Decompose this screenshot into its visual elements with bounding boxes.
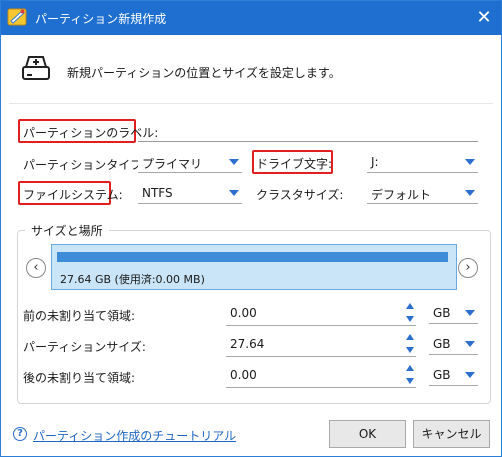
chevron-right-icon: ›: [465, 260, 471, 275]
partition-usage-bar[interactable]: [57, 252, 448, 262]
chevron-down-icon: [465, 341, 475, 347]
decrement-icon[interactable]: [406, 316, 414, 322]
unit-value: GB: [433, 368, 451, 382]
unallocated-after-unit-select[interactable]: GB: [429, 364, 478, 386]
chevron-down-icon: [465, 310, 475, 316]
ok-button[interactable]: OK: [329, 420, 406, 448]
unit-value: GB: [433, 337, 451, 351]
chevron-down-icon: [465, 190, 475, 196]
chevron-down-icon: [229, 159, 239, 165]
partition-size-stepper[interactable]: 27.64: [226, 331, 416, 357]
window-title: パーティション新規作成: [35, 12, 167, 26]
partition-map[interactable]: 27.64 GB (使用済:0.00 MB): [51, 244, 457, 290]
partition-size-text: 27.64 GB (使用済:0.00 MB): [60, 273, 205, 286]
partition-type-select[interactable]: プライマリ: [138, 151, 242, 173]
file-system-value: NTFS: [142, 186, 173, 200]
unallocated-before-label: 前の未割り当て領域:: [23, 309, 136, 323]
unallocated-after-label: 後の未割り当て領域:: [23, 371, 136, 385]
cluster-size-label: クラスタサイズ:: [256, 188, 344, 202]
decrement-icon[interactable]: [406, 378, 414, 384]
chevron-down-icon: [465, 159, 475, 165]
drive-letter-label: ドライブ文字:: [256, 157, 333, 171]
chevron-down-icon: [229, 190, 239, 196]
increment-icon[interactable]: [406, 303, 414, 309]
unallocated-before-value: 0.00: [230, 306, 257, 320]
partition-size-unit-select[interactable]: GB: [429, 333, 478, 355]
header-divider: [9, 103, 493, 104]
unallocated-after-value: 0.00: [230, 368, 257, 382]
drive-letter-select[interactable]: J:: [367, 151, 478, 173]
unallocated-after-stepper[interactable]: 0.00: [226, 362, 416, 388]
header-description: 新規パーティションの位置とサイズを設定します。: [67, 66, 341, 80]
partition-type-label: パーティションタイプ:: [23, 158, 147, 172]
increment-icon[interactable]: [406, 365, 414, 371]
close-button[interactable]: ✕: [467, 1, 501, 35]
decrement-icon[interactable]: [406, 347, 414, 353]
size-location-title: サイズと場所: [25, 222, 109, 239]
file-system-label: ファイルシステム:: [23, 188, 123, 202]
scroll-left-button[interactable]: ‹: [26, 258, 46, 278]
cluster-size-value: デフォルト: [371, 188, 432, 202]
partition-label-input[interactable]: [138, 121, 478, 142]
disk-add-icon: [22, 56, 50, 80]
app-logo-icon: [7, 8, 27, 26]
tutorial-link[interactable]: パーティション作成のチュートリアル: [33, 427, 236, 444]
help-icon[interactable]: ?: [13, 427, 27, 441]
partition-type-value: プライマリ: [142, 157, 203, 171]
file-system-select[interactable]: NTFS: [138, 182, 242, 204]
scroll-right-button[interactable]: ›: [458, 258, 478, 278]
cluster-size-select[interactable]: デフォルト: [367, 182, 478, 204]
partition-size-value: 27.64: [230, 337, 265, 351]
dialog-window: パーティション新規作成 ✕ 新規パーティションの位置とサイズを設定します。 パー…: [0, 0, 502, 457]
unit-value: GB: [433, 306, 451, 320]
increment-icon[interactable]: [406, 334, 414, 340]
unallocated-before-unit-select[interactable]: GB: [429, 302, 478, 324]
title-bar[interactable]: パーティション新規作成 ✕: [1, 1, 501, 35]
cancel-button[interactable]: キャンセル: [413, 420, 490, 448]
partition-size-label: パーティションサイズ:: [23, 340, 146, 354]
chevron-down-icon: [465, 372, 475, 378]
unallocated-before-stepper[interactable]: 0.00: [226, 300, 416, 326]
chevron-left-icon: ‹: [33, 260, 39, 275]
drive-letter-value: J:: [371, 155, 379, 169]
